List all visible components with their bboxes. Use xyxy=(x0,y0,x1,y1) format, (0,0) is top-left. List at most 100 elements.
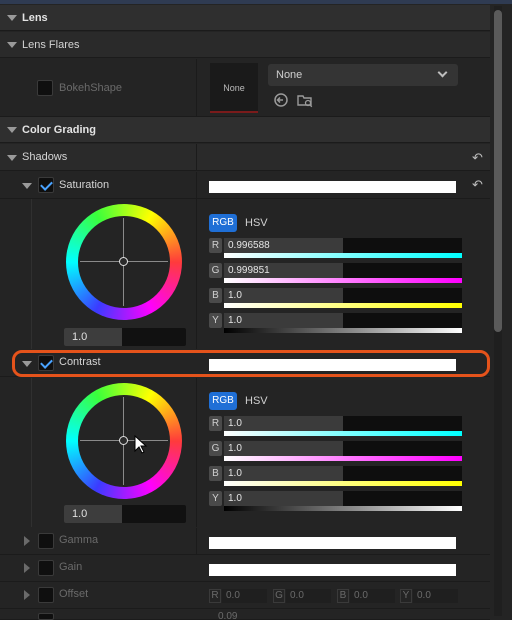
bokeh-dropdown-value: None xyxy=(276,69,303,81)
contrast-rgb-mode-button[interactable]: RGB xyxy=(209,392,237,410)
saturation-color-swatch[interactable] xyxy=(209,181,456,193)
reset-arrow-icon[interactable]: ↶ xyxy=(472,178,486,191)
channel-g-slider[interactable]: 1.0 xyxy=(224,441,462,456)
subcategory-lens-flares[interactable]: Lens Flares xyxy=(0,32,490,58)
saturation-wheel-value[interactable]: 1.0 xyxy=(64,328,186,346)
channel-b-value: 1.0 xyxy=(228,468,242,479)
saturation-color-wheel[interactable] xyxy=(66,204,182,320)
bokeh-asset-dropdown[interactable]: None xyxy=(268,64,458,86)
saturation-rgb-mode-button[interactable]: RGB xyxy=(209,214,237,232)
channel-y-gradient xyxy=(224,328,462,333)
offset-b-field[interactable]: 0.0 xyxy=(350,589,395,603)
column-divider xyxy=(196,59,197,117)
channel-r-label: R xyxy=(209,416,222,431)
channel-y-slider[interactable]: 1.0 xyxy=(224,313,462,328)
column-divider xyxy=(196,144,197,171)
bokeh-shape-label: BokehShape xyxy=(59,82,122,94)
category-color-grading-label: Color Grading xyxy=(22,124,96,136)
offset-b-value: 0.0 xyxy=(354,590,368,601)
channel-r-value: 1.0 xyxy=(228,418,242,429)
channel-y-slider[interactable]: 1.0 xyxy=(224,491,462,506)
channel-g-gradient xyxy=(224,456,462,461)
gain-checkbox[interactable] xyxy=(38,560,54,576)
expand-arrow-icon[interactable] xyxy=(7,155,17,161)
chevron-down-icon xyxy=(437,67,448,78)
channel-r-gradient xyxy=(224,253,462,258)
gamma-label: Gamma xyxy=(59,534,99,546)
saturation-hsv-mode-button[interactable]: HSV xyxy=(245,217,268,229)
channel-r-value: 0.996588 xyxy=(228,240,270,251)
contrast-highlight-annotation xyxy=(12,350,490,377)
channel-g-gradient xyxy=(224,278,462,283)
wheel-handle[interactable] xyxy=(119,257,128,266)
offset-g-value: 0.0 xyxy=(290,590,304,601)
expand-arrow-icon[interactable] xyxy=(7,127,17,133)
scrollbar-thumb[interactable] xyxy=(494,10,502,332)
channel-y-gradient xyxy=(224,506,462,511)
offset-y-label: Y xyxy=(400,589,412,603)
offset-label: Offset xyxy=(59,588,89,600)
channel-b-label: B xyxy=(209,288,222,303)
channel-b-gradient xyxy=(224,303,462,308)
channel-g-value: 1.0 xyxy=(228,443,242,454)
shadows-label: Shadows xyxy=(22,151,68,163)
offset-y-field[interactable]: 0.0 xyxy=(413,589,458,603)
channel-r-slider[interactable]: 1.0 xyxy=(224,416,462,431)
channel-g-label: G xyxy=(209,441,222,456)
saturation-checkbox[interactable] xyxy=(38,177,54,193)
back-arrow-icon[interactable] xyxy=(273,92,289,108)
column-divider xyxy=(196,378,197,527)
offset-g-field[interactable]: 0.0 xyxy=(286,589,331,603)
wheel-handle[interactable] xyxy=(119,436,128,445)
offset-g-label: G xyxy=(273,589,285,603)
channel-g-value: 0.999851 xyxy=(228,265,270,276)
contrast-wheel-value[interactable]: 1.0 xyxy=(64,505,186,523)
panel-top-border xyxy=(0,0,512,4)
category-lens-label: Lens xyxy=(22,12,48,24)
channel-y-label: Y xyxy=(209,491,222,506)
offset-r-value: 0.0 xyxy=(226,590,240,601)
offset-r-label: R xyxy=(209,589,221,603)
gain-label: Gain xyxy=(59,561,83,573)
bokeh-thumbnail[interactable]: None xyxy=(210,63,258,113)
shadows-max-row: 0.09 xyxy=(0,609,490,620)
browse-folder-icon[interactable] xyxy=(297,92,313,108)
gamma-checkbox[interactable] xyxy=(38,533,54,549)
gain-color-swatch[interactable] xyxy=(209,564,456,576)
offset-y-value: 0.0 xyxy=(417,590,431,601)
channel-b-slider[interactable]: 1.0 xyxy=(224,288,462,303)
category-lens[interactable]: Lens xyxy=(0,5,490,31)
contrast-wheel-value-text: 1.0 xyxy=(72,508,88,520)
expand-arrow-icon[interactable] xyxy=(7,42,17,48)
channel-b-label: B xyxy=(209,466,222,481)
reset-arrow-icon[interactable]: ↶ xyxy=(472,151,486,164)
channel-g-label: G xyxy=(209,263,222,278)
shadows-max-value: 0.09 xyxy=(218,611,238,620)
channel-r-label: R xyxy=(209,238,222,253)
indent-guide xyxy=(31,378,32,527)
offset-r-field[interactable]: 0.0 xyxy=(222,589,267,603)
offset-checkbox[interactable] xyxy=(38,587,54,603)
expand-arrow-icon[interactable] xyxy=(24,563,30,573)
offset-b-label: B xyxy=(337,589,349,603)
channel-g-slider[interactable]: 0.999851 xyxy=(224,263,462,278)
expand-arrow-icon[interactable] xyxy=(7,15,17,21)
saturation-label: Saturation xyxy=(59,179,110,191)
details-panel: Lens Lens Flares BokehShape None None Co… xyxy=(0,0,512,620)
lens-flares-label: Lens Flares xyxy=(22,39,80,51)
channel-b-slider[interactable]: 1.0 xyxy=(224,466,462,481)
gamma-color-swatch[interactable] xyxy=(209,537,456,549)
shadows-max-checkbox[interactable] xyxy=(38,613,54,620)
expand-arrow-icon[interactable] xyxy=(24,590,30,600)
bokeh-shape-checkbox[interactable] xyxy=(37,80,53,96)
category-color-grading[interactable]: Color Grading xyxy=(0,117,490,143)
collapse-arrow-icon[interactable] xyxy=(22,183,32,189)
subcategory-shadows[interactable]: Shadows xyxy=(0,144,490,171)
contrast-hsv-mode-button[interactable]: HSV xyxy=(245,395,268,407)
channel-r-slider[interactable]: 0.996588 xyxy=(224,238,462,253)
channel-y-value: 1.0 xyxy=(228,315,242,326)
expand-arrow-icon[interactable] xyxy=(24,536,30,546)
indent-guide xyxy=(31,199,32,349)
contrast-color-wheel[interactable] xyxy=(66,383,182,499)
bokeh-thumbnail-text: None xyxy=(223,83,245,93)
